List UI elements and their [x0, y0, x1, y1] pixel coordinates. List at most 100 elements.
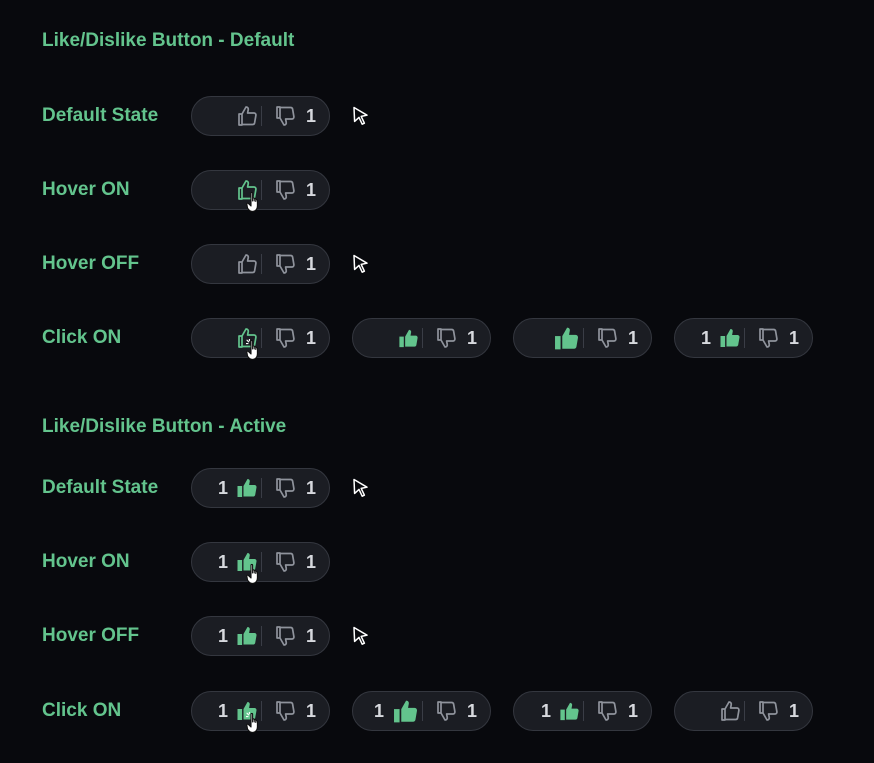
dislike-button[interactable]: 1: [273, 469, 316, 507]
like-dislike-button[interactable]: 1: [191, 170, 330, 212]
state-label: Click ON: [42, 327, 122, 348]
button-divider: [261, 478, 262, 498]
thumbs-down-icon: [273, 252, 297, 276]
like-count: 1: [540, 700, 551, 721]
dislike-count: 1: [467, 700, 478, 721]
thumbs-down-icon: [595, 699, 619, 723]
like-button[interactable]: 1: [218, 469, 259, 507]
state-label: Hover OFF: [42, 625, 140, 646]
button-divider: [583, 701, 584, 721]
thumbs-down-icon: [273, 104, 297, 128]
thumbs-down-icon: [756, 699, 780, 723]
button-divider: [583, 328, 584, 348]
thumbs-down-icon: [273, 550, 297, 574]
button-divider: [422, 328, 423, 348]
thumbs-down-icon: [434, 326, 458, 350]
like-dislike-button[interactable]: 11: [191, 691, 330, 733]
like-button[interactable]: [552, 319, 581, 357]
dislike-count: 1: [306, 477, 317, 498]
thumbs-down-icon: [273, 476, 297, 500]
thumbs-down-icon: [434, 699, 458, 723]
like-button[interactable]: [235, 171, 259, 212]
like-button[interactable]: [235, 245, 259, 283]
dislike-count: 1: [789, 327, 800, 348]
dislike-count: 1: [306, 700, 317, 721]
like-count: 1: [700, 327, 711, 348]
button-divider: [261, 552, 262, 572]
like-button[interactable]: 1: [701, 319, 742, 357]
dislike-button[interactable]: 1: [273, 617, 316, 655]
like-dislike-button[interactable]: 11: [191, 616, 330, 656]
thumbs-up-icon: [235, 699, 259, 733]
thumbs-up-icon: [235, 476, 259, 500]
thumbs-up-icon: [235, 326, 259, 360]
button-divider: [261, 106, 262, 126]
dislike-button[interactable]: 1: [273, 245, 316, 283]
dislike-button[interactable]: 1: [273, 543, 316, 581]
thumbs-down-icon: [273, 624, 297, 648]
state-label: Hover OFF: [42, 253, 140, 274]
thumbs-down-icon: [756, 326, 780, 350]
like-button[interactable]: [235, 97, 259, 135]
thumbs-up-icon: [391, 697, 420, 726]
dislike-count: 1: [467, 327, 478, 348]
like-dislike-button[interactable]: 1: [191, 318, 330, 360]
thumbs-up-icon: [235, 252, 259, 276]
button-divider: [261, 328, 262, 348]
like-count: 1: [217, 477, 228, 498]
section-title: Like/Dislike Button - Active: [42, 416, 287, 437]
pointer-arrow-icon: [352, 106, 370, 126]
pointer-arrow-icon: [352, 254, 370, 274]
dislike-button[interactable]: 1: [273, 319, 316, 357]
like-dislike-button[interactable]: 11: [191, 468, 330, 508]
like-count: 1: [373, 700, 384, 721]
dislike-button[interactable]: 1: [434, 692, 477, 730]
dislike-count: 1: [628, 327, 639, 348]
like-dislike-button[interactable]: 1: [674, 691, 813, 731]
dislike-button[interactable]: 1: [273, 692, 316, 730]
like-button[interactable]: 1: [541, 692, 581, 730]
dislike-button[interactable]: 1: [273, 97, 316, 135]
like-dislike-button[interactable]: 11: [191, 542, 330, 584]
dislike-button[interactable]: 1: [595, 692, 638, 730]
thumbs-down-icon: [273, 178, 297, 202]
like-dislike-button[interactable]: 11: [352, 691, 491, 731]
thumbs-up-icon: [235, 178, 259, 212]
thumbs-up-icon: [718, 699, 742, 723]
dislike-count: 1: [306, 253, 317, 274]
dislike-button[interactable]: 1: [434, 319, 477, 357]
like-dislike-button[interactable]: 11: [674, 318, 813, 358]
thumbs-down-icon: [273, 699, 297, 723]
button-divider: [261, 180, 262, 200]
pointer-arrow-icon: [352, 478, 370, 498]
like-dislike-button[interactable]: 1: [191, 244, 330, 284]
state-label: Hover ON: [42, 551, 130, 572]
dislike-button[interactable]: 1: [756, 319, 799, 357]
like-dislike-button[interactable]: 11: [513, 691, 652, 731]
like-dislike-button[interactable]: 1: [191, 96, 330, 136]
like-dislike-button[interactable]: 1: [352, 318, 491, 358]
like-count: 1: [217, 625, 228, 646]
like-button[interactable]: 1: [217, 692, 259, 733]
like-button[interactable]: 1: [218, 617, 259, 655]
thumbs-up-icon: [235, 550, 259, 584]
like-button[interactable]: [235, 319, 259, 360]
like-button[interactable]: [718, 692, 742, 730]
thumbs-up-icon: [558, 700, 581, 723]
like-button[interactable]: 1: [374, 692, 420, 730]
dislike-button[interactable]: 1: [273, 171, 316, 209]
dislike-count: 1: [628, 700, 639, 721]
button-divider: [261, 701, 262, 721]
thumbs-up-icon: [397, 327, 420, 350]
dislike-button[interactable]: 1: [595, 319, 638, 357]
thumbs-up-icon: [235, 624, 259, 648]
like-button[interactable]: 1: [218, 543, 259, 584]
like-dislike-button[interactable]: 1: [513, 318, 652, 358]
like-button[interactable]: [397, 319, 420, 357]
section-title: Like/Dislike Button - Default: [42, 30, 295, 51]
dislike-button[interactable]: 1: [756, 692, 799, 730]
dislike-count: 1: [306, 105, 317, 126]
button-divider: [261, 626, 262, 646]
button-divider: [422, 701, 423, 721]
like-count: 1: [217, 700, 228, 721]
